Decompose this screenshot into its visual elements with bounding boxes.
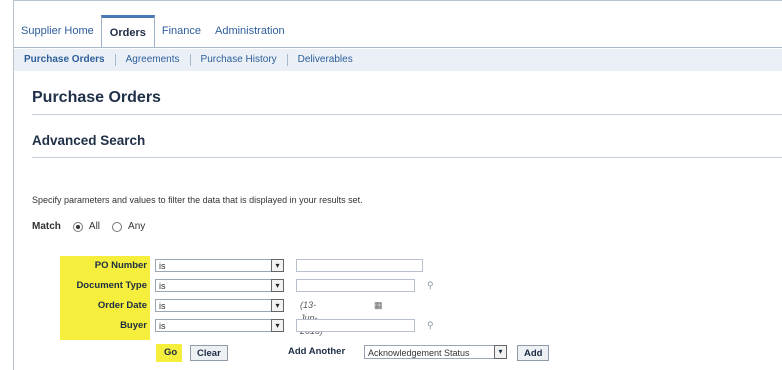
tabs-divider	[14, 47, 782, 48]
buyer-input[interactable]	[296, 319, 415, 332]
match-any-label: Any	[128, 221, 146, 232]
subtab-deliverables[interactable]: Deliverables	[288, 54, 363, 66]
clear-button[interactable]: Clear	[190, 345, 228, 361]
po-number-operator-select[interactable]: is	[155, 259, 273, 272]
tab-supplier-home[interactable]: Supplier Home	[14, 14, 101, 48]
add-another-select[interactable]: Acknowledgement Status	[364, 345, 498, 359]
chevron-down-icon[interactable]: ▾	[271, 279, 284, 292]
tab-finance[interactable]: Finance	[155, 14, 208, 48]
po-number-label: PO Number	[94, 260, 147, 271]
title-divider	[32, 114, 782, 115]
subtab-purchase-orders[interactable]: Purchase Orders	[14, 54, 116, 66]
order-date-label: Order Date	[97, 300, 147, 311]
section-title: Advanced Search	[32, 133, 146, 148]
subtab-purchase-history[interactable]: Purchase History	[191, 54, 288, 66]
document-type-input[interactable]	[296, 279, 415, 292]
subtab-bar: Purchase Orders Agreements Purchase Hist…	[14, 49, 782, 71]
go-button[interactable]: Go	[158, 345, 183, 361]
match-all-radio[interactable]	[72, 221, 83, 232]
instructions-text: Specify parameters and values to filter …	[32, 195, 363, 205]
tab-orders[interactable]: Orders	[100, 15, 155, 48]
po-number-input[interactable]	[296, 259, 423, 272]
chevron-down-icon[interactable]: ▾	[271, 259, 284, 272]
chevron-down-icon[interactable]: ▾	[271, 299, 284, 312]
match-all-label: All	[88, 221, 101, 232]
document-type-label: Document Type	[76, 280, 147, 291]
match-label: Match	[32, 221, 61, 232]
chevron-down-icon[interactable]: ▾	[494, 345, 507, 359]
search-icon[interactable]: ⚲	[427, 279, 434, 292]
document-type-operator-select[interactable]: is	[155, 279, 273, 292]
match-group: Match All Any	[32, 221, 145, 232]
calendar-icon[interactable]: ▦	[374, 299, 383, 312]
page-title: Purchase Orders	[32, 89, 161, 106]
tab-administration[interactable]: Administration	[208, 14, 292, 48]
section-divider	[32, 157, 782, 158]
add-button[interactable]: Add	[517, 345, 550, 361]
buyer-operator-select[interactable]: is	[155, 319, 273, 332]
add-another-label: Add Another	[288, 346, 346, 357]
chevron-down-icon[interactable]: ▾	[271, 319, 284, 332]
search-icon[interactable]: ⚲	[427, 319, 434, 332]
subtab-agreements[interactable]: Agreements	[116, 54, 191, 66]
buyer-label: Buyer	[120, 320, 147, 331]
order-date-operator-select[interactable]: is	[155, 299, 273, 312]
top-tabs: Supplier Home Orders Finance Administrat…	[14, 14, 292, 48]
match-any-radio[interactable]	[112, 221, 123, 232]
